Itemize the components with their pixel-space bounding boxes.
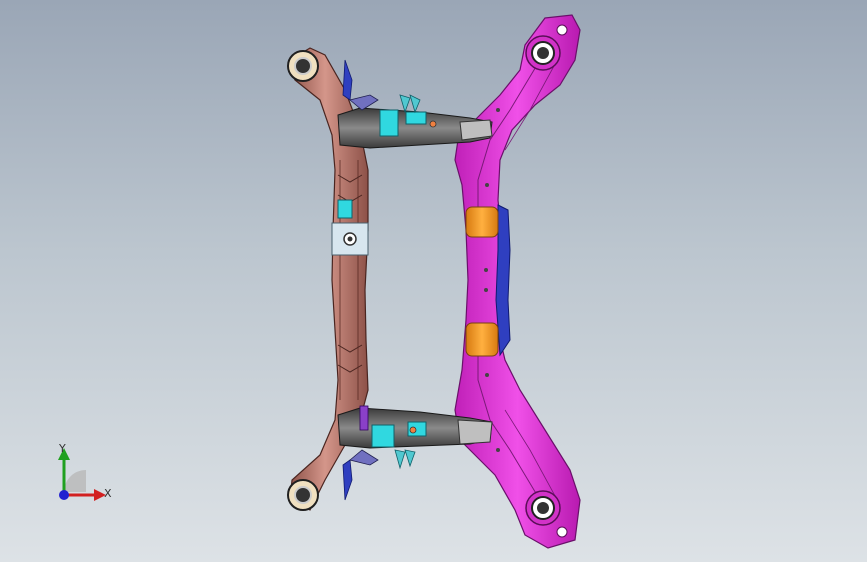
bushing-upper[interactable] [465,206,499,238]
subframe-model[interactable] [0,0,867,562]
control-arm-lower[interactable] [337,405,493,501]
main-subframe[interactable] [454,14,581,549]
x-axis-label: X [104,487,112,500]
end-bushing-bottom [287,479,319,511]
triad-plane-icon [64,470,86,492]
control-arm-upper[interactable] [337,59,493,149]
y-axis-label: Y [59,442,66,455]
bushing-lower[interactable] [465,322,499,357]
coordinate-triad: Y X [44,440,124,510]
end-bushing-top [287,50,319,82]
z-axis-icon [59,490,69,500]
graphics-viewport[interactable]: Y X [0,0,867,562]
